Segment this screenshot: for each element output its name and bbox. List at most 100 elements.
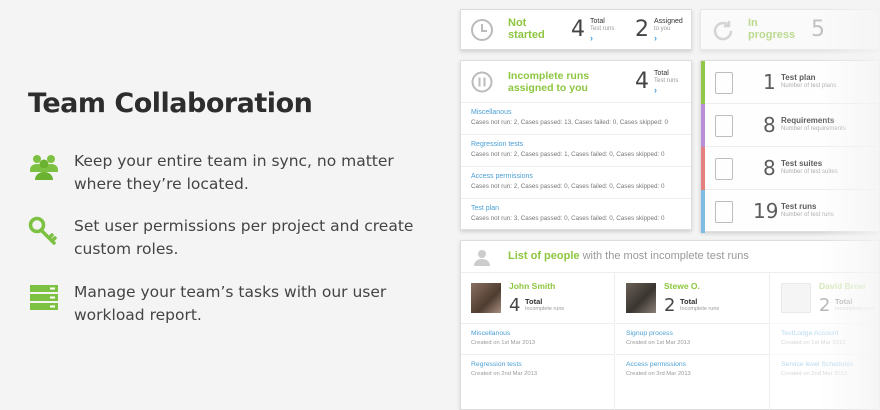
stat-label: Test suites [781, 159, 823, 168]
incomplete-title-2: assigned to you [508, 82, 588, 94]
people-header: List of people with the most incomplete … [461, 241, 879, 273]
stat-row-test-runs[interactable]: 19 Test runs Number of test runs [701, 190, 879, 233]
run-title[interactable]: Miscellanous [471, 108, 681, 118]
list-item[interactable]: Access permissions Cases not run: 2, Cas… [461, 167, 691, 199]
stat-label: Requirements [781, 116, 835, 125]
stat-number: 8 [763, 113, 776, 137]
list-item[interactable]: Regression tests Created on 2nd Mar 2013 [461, 354, 615, 385]
feature-workload-text: Manage your team’s tasks with our user w… [74, 283, 387, 324]
stat-color-bar [701, 104, 705, 147]
incomplete-title-1: Incomplete runs [508, 70, 590, 82]
feature-permissions: Set user permissions per project and cre… [28, 215, 428, 261]
incomplete-runs-card: Incomplete runs assigned to you 4 Total … [460, 60, 692, 230]
person-name[interactable]: Stewe O. [664, 281, 700, 291]
in-progress-number: 5 [811, 17, 825, 42]
person-num: 2 [819, 295, 831, 316]
run-detail: Created on 2nd Mar 2013 [781, 371, 848, 377]
in-progress-title-2: progress [748, 29, 796, 41]
stat-color-bar [701, 61, 705, 104]
run-title[interactable]: Access permissions [626, 360, 760, 370]
stat-number: 19 [753, 199, 779, 223]
feature-sync-text: Keep your entire team in sync, no matter… [74, 152, 394, 193]
list-item[interactable]: Miscellanous Created on 1st Mar 2013 [461, 323, 615, 354]
people-title: List of people [508, 250, 580, 262]
person-total-label: Total [835, 297, 853, 306]
checklist-icon [715, 72, 733, 94]
incomplete-number: 4 [635, 69, 649, 94]
document-icon [715, 115, 733, 137]
list-item[interactable]: Access permissions Created on 3rd Mar 20… [616, 354, 770, 385]
assigned-label: Assigned [654, 18, 683, 25]
run-title[interactable]: Test plan [471, 204, 681, 214]
person-total-sub: Incomplete runs [525, 306, 565, 312]
run-title[interactable]: TestLodge Account [781, 329, 880, 339]
run-detail: Created on 1st Mar 2013 [781, 340, 846, 346]
run-title[interactable]: Service level Schedules [781, 360, 880, 370]
list-item[interactable]: Miscellanous Cases not run: 2, Cases pas… [461, 103, 691, 135]
incomplete-label-group[interactable]: Total Test runs › [654, 70, 678, 95]
person-card[interactable]: David Brow 2 Total Incomplete runs TestL… [771, 273, 880, 410]
run-title[interactable]: Regression tests [471, 360, 605, 370]
person-num: 2 [664, 295, 676, 316]
users-icon [30, 155, 58, 180]
person-total-sub: Incomplete runs [835, 306, 875, 312]
stat-row-requirements[interactable]: 8 Requirements Number of requirements [701, 104, 879, 147]
run-detail: Cases not run: 2, Cases passed: 1, Cases… [471, 151, 665, 158]
people-card: List of people with the most incomplete … [460, 240, 880, 410]
stat-row-test-plan[interactable]: 1 Test plan Number of test plans [701, 61, 879, 104]
chevron-right-icon[interactable]: › [654, 33, 683, 43]
total-label: Total [590, 18, 605, 25]
run-title[interactable]: Access permissions [471, 172, 681, 182]
person-total-sub: Incomplete runs [680, 306, 720, 312]
chevron-right-icon[interactable]: › [590, 33, 614, 43]
stat-sub: Number of requirements [781, 126, 846, 132]
list-item[interactable]: Service level Schedules Created on 2nd M… [771, 354, 880, 385]
feature-sync: Keep your entire team in sync, no matter… [28, 150, 428, 196]
list-item[interactable]: Regression tests Cases not run: 2, Cases… [461, 135, 691, 167]
stat-row-test-suites[interactable]: 8 Test suites Number of test suites [701, 147, 879, 190]
stat-color-bar [701, 190, 705, 233]
stat-sub: Number of test plans [781, 83, 837, 89]
run-detail: Created on 1st Mar 2013 [471, 340, 536, 346]
total-runs-number: 4 [571, 17, 585, 42]
chevron-right-icon[interactable]: › [654, 85, 678, 95]
person-card[interactable]: John Smith 4 Total Incomplete runs Misce… [461, 273, 615, 410]
person-total-label: Total [525, 297, 543, 306]
total-runs-label-group[interactable]: Total Test runs › [590, 18, 614, 43]
list-icon [715, 158, 733, 180]
run-detail: Created on 1st Mar 2013 [626, 340, 691, 346]
assigned-sub: to you [654, 26, 671, 32]
total-sub: Test runs [590, 26, 615, 32]
person-name[interactable]: David Brow [819, 281, 866, 291]
stat-color-bar [701, 147, 705, 190]
run-title[interactable]: Regression tests [471, 140, 681, 150]
person-card[interactable]: Stewe O. 2 Total Incomplete runs Signup … [616, 273, 770, 410]
assigned-label-group[interactable]: Assigned to you › [654, 18, 683, 43]
run-title[interactable]: Miscellanous [471, 329, 605, 339]
not-started-card[interactable]: Not started 4 Total Test runs › 2 Assign… [460, 9, 692, 50]
list-item[interactable]: Test plan Cases not run: 3, Cases passed… [461, 199, 691, 231]
person-icon [474, 250, 490, 266]
incomplete-runs-header: Incomplete runs assigned to you 4 Total … [461, 61, 691, 103]
not-started-title-2: started [508, 29, 545, 41]
headline: Team Collaboration [28, 88, 313, 119]
stat-number: 1 [763, 70, 776, 94]
feature-permissions-text: Set user permissions per project and cre… [74, 217, 414, 258]
person-num: 4 [509, 295, 521, 316]
person-total-label: Total [680, 297, 698, 306]
assigned-number: 2 [635, 17, 649, 42]
list-item[interactable]: TestLodge Account Created on 1st Mar 201… [771, 323, 880, 354]
stat-label: Test runs [781, 202, 817, 211]
run-detail: Cases not run: 2, Cases passed: 13, Case… [471, 119, 669, 126]
avatar [626, 283, 656, 313]
person-name[interactable]: John Smith [509, 281, 555, 291]
not-started-title-1: Not [508, 17, 527, 29]
clock-icon [471, 19, 493, 41]
run-detail: Created on 3rd Mar 2013 [626, 371, 691, 377]
list-item[interactable]: Signup process Created on 1st Mar 2013 [616, 323, 770, 354]
pause-icon [471, 71, 493, 93]
feature-workload: Manage your team’s tasks with our user w… [28, 281, 428, 327]
in-progress-card[interactable]: In progress 5 [700, 9, 880, 50]
project-stats-card: 1 Test plan Number of test plans 8 Requi… [700, 60, 880, 233]
run-title[interactable]: Signup process [626, 329, 760, 339]
